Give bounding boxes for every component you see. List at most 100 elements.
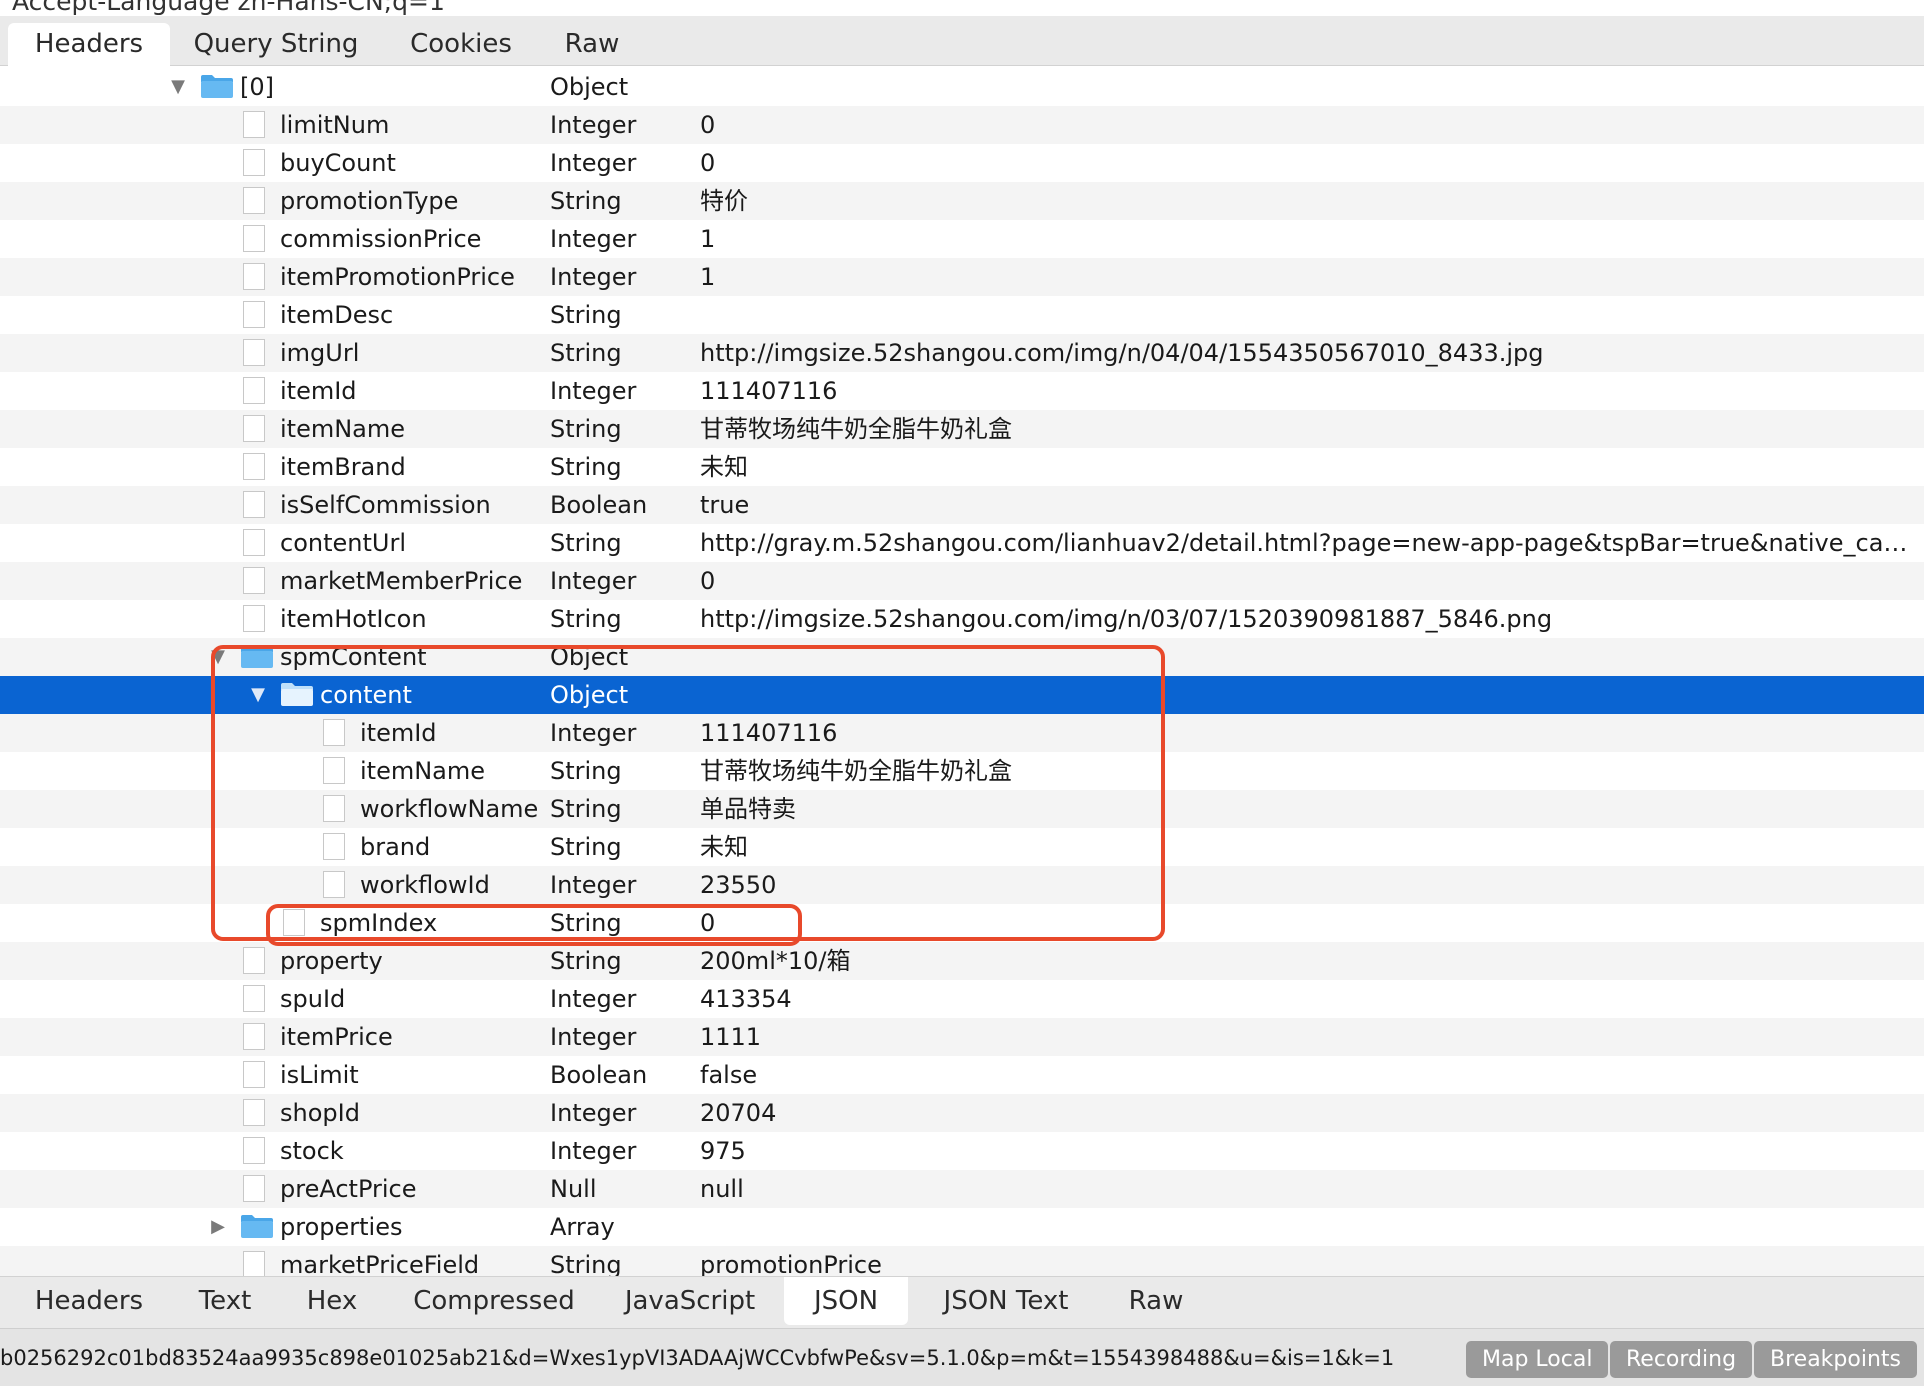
tree-type: Integer [550,871,637,899]
tree-value: 413354 [700,985,792,1013]
tree-leaf-row[interactable]: shopId Integer 20704 [0,1094,1924,1132]
tree-leaf-row[interactable]: marketMemberPrice Integer 0 [0,562,1924,600]
document-icon [243,111,265,138]
tree-key: itemBrand [280,453,406,481]
tree-leaf-row[interactable]: isLimit Boolean false [0,1056,1924,1094]
document-icon [243,453,265,480]
document-icon [323,795,345,822]
tree-leaf-row[interactable]: isSelfCommission Boolean true [0,486,1924,524]
tab-response-headers[interactable]: Headers [8,1277,170,1325]
tree-type: String [550,909,622,937]
tree-value: null [700,1175,744,1203]
tree-folder-row[interactable]: ▼ content Object [0,676,1924,714]
disclosure-expanded-icon[interactable]: ▼ [168,68,188,106]
tab-response-raw[interactable]: Raw [1120,1277,1192,1325]
tree-type: String [550,415,622,443]
tree-leaf-row[interactable]: property String 200ml*10/箱 [0,942,1924,980]
tree-key: property [280,947,383,975]
tree-folder-row[interactable]: ▶ properties Array [0,1208,1924,1246]
tree-leaf-row[interactable]: limitNum Integer 0 [0,106,1924,144]
tree-leaf-row[interactable]: spuId Integer 413354 [0,980,1924,1018]
tree-type: String [550,453,622,481]
tab-hex[interactable]: Hex [292,1277,372,1325]
tree-value: http://imgsize.52shangou.com/img/n/03/07… [700,605,1553,633]
tree-folder-row[interactable]: ▼ spmContent Object [0,638,1924,676]
tree-value: 甘蒂牧场纯牛奶全脂牛奶礼盒 [700,415,1012,443]
tab-compressed[interactable]: Compressed [402,1277,586,1325]
tree-value: http://gray.m.52shangou.com/lianhuav2/de… [700,529,1915,557]
tree-leaf-row[interactable]: workflowId Integer 23550 [0,866,1924,904]
tree-leaf-row[interactable]: itemDesc String [0,296,1924,334]
tab-request-raw[interactable]: Raw [556,23,628,66]
document-icon [243,339,265,366]
document-icon [243,947,265,974]
tree-value: 975 [700,1137,746,1165]
tab-cookies[interactable]: Cookies [398,23,524,66]
disclosure-collapsed-icon[interactable]: ▶ [208,1208,228,1246]
tree-type: Object [550,73,629,101]
tree-leaf-row[interactable]: itemPrice Integer 1111 [0,1018,1924,1056]
document-icon [243,263,265,290]
tree-key: properties [280,1213,403,1241]
tree-key: itemDesc [280,301,394,329]
tree-leaf-row[interactable]: stock Integer 975 [0,1132,1924,1170]
tree-leaf-row[interactable]: itemName String 甘蒂牧场纯牛奶全脂牛奶礼盒 [0,752,1924,790]
tree-leaf-row[interactable]: contentUrl String http://gray.m.52shangou.… [0,524,1924,562]
tab-json-text[interactable]: JSON Text [930,1277,1082,1325]
map-local-button[interactable]: Map Local [1466,1341,1609,1378]
tab-javascript[interactable]: JavaScript [612,1277,768,1325]
tree-leaf-row[interactable]: workflowName String 单品特卖 [0,790,1924,828]
tree-leaf-row[interactable]: imgUrl String http://imgsize.52shangou.com… [0,334,1924,372]
tree-type: Integer [550,1099,637,1127]
tree-key: workflowName [360,795,539,823]
document-icon [243,491,265,518]
disclosure-expanded-icon[interactable]: ▼ [208,638,228,676]
tree-leaf-row[interactable]: preActPrice Null null [0,1170,1924,1208]
tree-leaf-row[interactable]: commissionPrice Integer 1 [0,220,1924,258]
document-icon [243,187,265,214]
tree-value: 未知 [700,833,748,861]
document-icon [243,1175,265,1202]
tree-key: itemHotIcon [280,605,427,633]
folder-icon [241,1215,273,1238]
response-tab-bar: Headers Text Hex Compressed JavaScript J… [0,1276,1924,1328]
tab-json[interactable]: JSON [784,1277,908,1325]
tree-type: Integer [550,111,637,139]
tree-leaf-row[interactable]: itemId Integer 111407116 [0,372,1924,410]
tree-leaf-row[interactable]: itemId Integer 111407116 [0,714,1924,752]
tree-leaf-row[interactable]: promotionType String 特价 [0,182,1924,220]
tree-value: false [700,1061,758,1089]
tree-leaf-row[interactable]: itemBrand String 未知 [0,448,1924,486]
json-tree-view[interactable]: ▼ [0] Object limitNum Integer 0 buyCount Intege… [0,68,1924,1276]
tab-query-string[interactable]: Query String [184,23,368,66]
tree-leaf-row[interactable]: spmIndex String 0 [0,904,1924,942]
breakpoints-button[interactable]: Breakpoints [1754,1341,1917,1378]
tree-key: stock [280,1137,344,1165]
tab-text[interactable]: Text [184,1277,266,1325]
tree-folder-row[interactable]: ▼ [0] Object [0,68,1924,106]
tree-type: String [550,947,622,975]
folder-icon [201,75,233,98]
tree-leaf-row[interactable]: buyCount Integer 0 [0,144,1924,182]
tree-value: promotionPrice [700,1251,882,1276]
tree-type: Integer [550,985,637,1013]
recording-button[interactable]: Recording [1610,1341,1753,1378]
tree-leaf-row[interactable]: itemHotIcon String http://imgsize.52shango… [0,600,1924,638]
tree-value: 单品特卖 [700,795,796,823]
tree-leaf-row[interactable]: marketPriceField String promotionPrice [0,1246,1924,1276]
tree-type: String [550,187,622,215]
tree-key: marketMemberPrice [280,567,523,595]
tree-key: limitNum [280,111,390,139]
tree-key: itemName [360,757,486,785]
tree-value: 0 [700,149,716,177]
tree-value: 甘蒂牧场纯牛奶全脂牛奶礼盒 [700,757,1012,785]
document-icon [243,1137,265,1164]
tab-request-headers[interactable]: Headers [8,23,170,66]
tree-key: buyCount [280,149,396,177]
tree-leaf-row[interactable]: brand String 未知 [0,828,1924,866]
tree-type: Boolean [550,1061,648,1089]
disclosure-expanded-icon[interactable]: ▼ [248,676,268,714]
tree-leaf-row[interactable]: itemPromotionPrice Integer 1 [0,258,1924,296]
tree-value: http://imgsize.52shangou.com/img/n/04/04… [700,339,1544,367]
tree-leaf-row[interactable]: itemName String 甘蒂牧场纯牛奶全脂牛奶礼盒 [0,410,1924,448]
